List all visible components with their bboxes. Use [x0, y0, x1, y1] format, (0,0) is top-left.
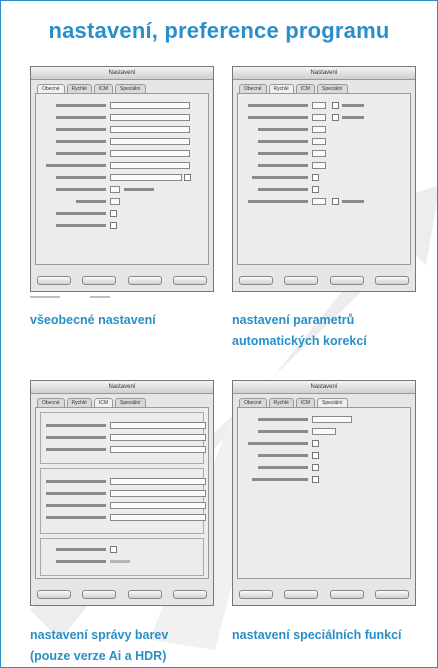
window-title: Nastavení	[31, 67, 213, 80]
dialog-buttons	[239, 276, 409, 285]
window-title: Nastavení	[233, 67, 415, 80]
tab-general: Obecné	[37, 398, 65, 407]
tab-special: Speciální	[114, 84, 146, 93]
tab-quick: Rychlé	[268, 84, 294, 93]
tab-icm: ICM	[295, 84, 315, 93]
tab-icm: ICM	[93, 398, 113, 407]
settings-panel	[35, 407, 209, 579]
tab-special: Speciální	[316, 398, 348, 407]
window-title: Nastavení	[233, 381, 415, 394]
tab-general: Obecné	[37, 84, 65, 93]
dialog-buttons	[239, 590, 409, 599]
settings-panel	[237, 93, 411, 265]
window-title: Nastavení	[31, 381, 213, 394]
tab-icm: ICM	[295, 398, 315, 407]
caption-corrections-line1: nastavení parametrů	[232, 313, 355, 327]
settings-panel	[35, 93, 209, 265]
screenshot-color-management: Nastavení Obecné Rychlé ICM Speciální	[30, 380, 214, 606]
tab-special: Speciální	[316, 84, 348, 93]
caption-color-management-line1: nastavení správy barev	[30, 628, 169, 642]
page-title: nastavení, preference programu	[48, 18, 390, 43]
tab-special: Speciální	[114, 398, 146, 407]
settings-panel	[237, 407, 411, 579]
caption-corrections-line2: automatických korekcí	[232, 334, 367, 348]
tab-icm: ICM	[93, 84, 113, 93]
tab-bar: Obecné Rychlé ICM Speciální	[31, 394, 213, 407]
caption-general: všeobecné nastavení	[30, 313, 156, 327]
caption-special: nastavení speciálních funkcí	[232, 628, 402, 642]
tab-bar: Obecné Rychlé ICM Speciální	[233, 394, 415, 407]
tab-bar: Obecné Rychlé ICM Speciální	[31, 80, 213, 93]
tab-general: Obecné	[239, 84, 267, 93]
tab-quick: Rychlé	[66, 84, 92, 93]
tab-quick: Rychlé	[268, 398, 294, 407]
tab-quick: Rychlé	[66, 398, 92, 407]
screenshot-general: Nastavení Obecné Rychlé ICM Speciální	[30, 66, 214, 292]
dialog-buttons	[37, 276, 207, 285]
tab-general: Obecné	[239, 398, 267, 407]
dialog-buttons	[37, 590, 207, 599]
tab-bar: Obecné Rychlé ICM Speciální	[233, 80, 415, 93]
caption-color-management-line2: (pouze verze Ai a HDR)	[30, 649, 167, 663]
screenshot-special: Nastavení Obecné Rychlé ICM Speciální	[232, 380, 416, 606]
screenshot-corrections: Nastavení Obecné Rychlé ICM Speciální	[232, 66, 416, 292]
